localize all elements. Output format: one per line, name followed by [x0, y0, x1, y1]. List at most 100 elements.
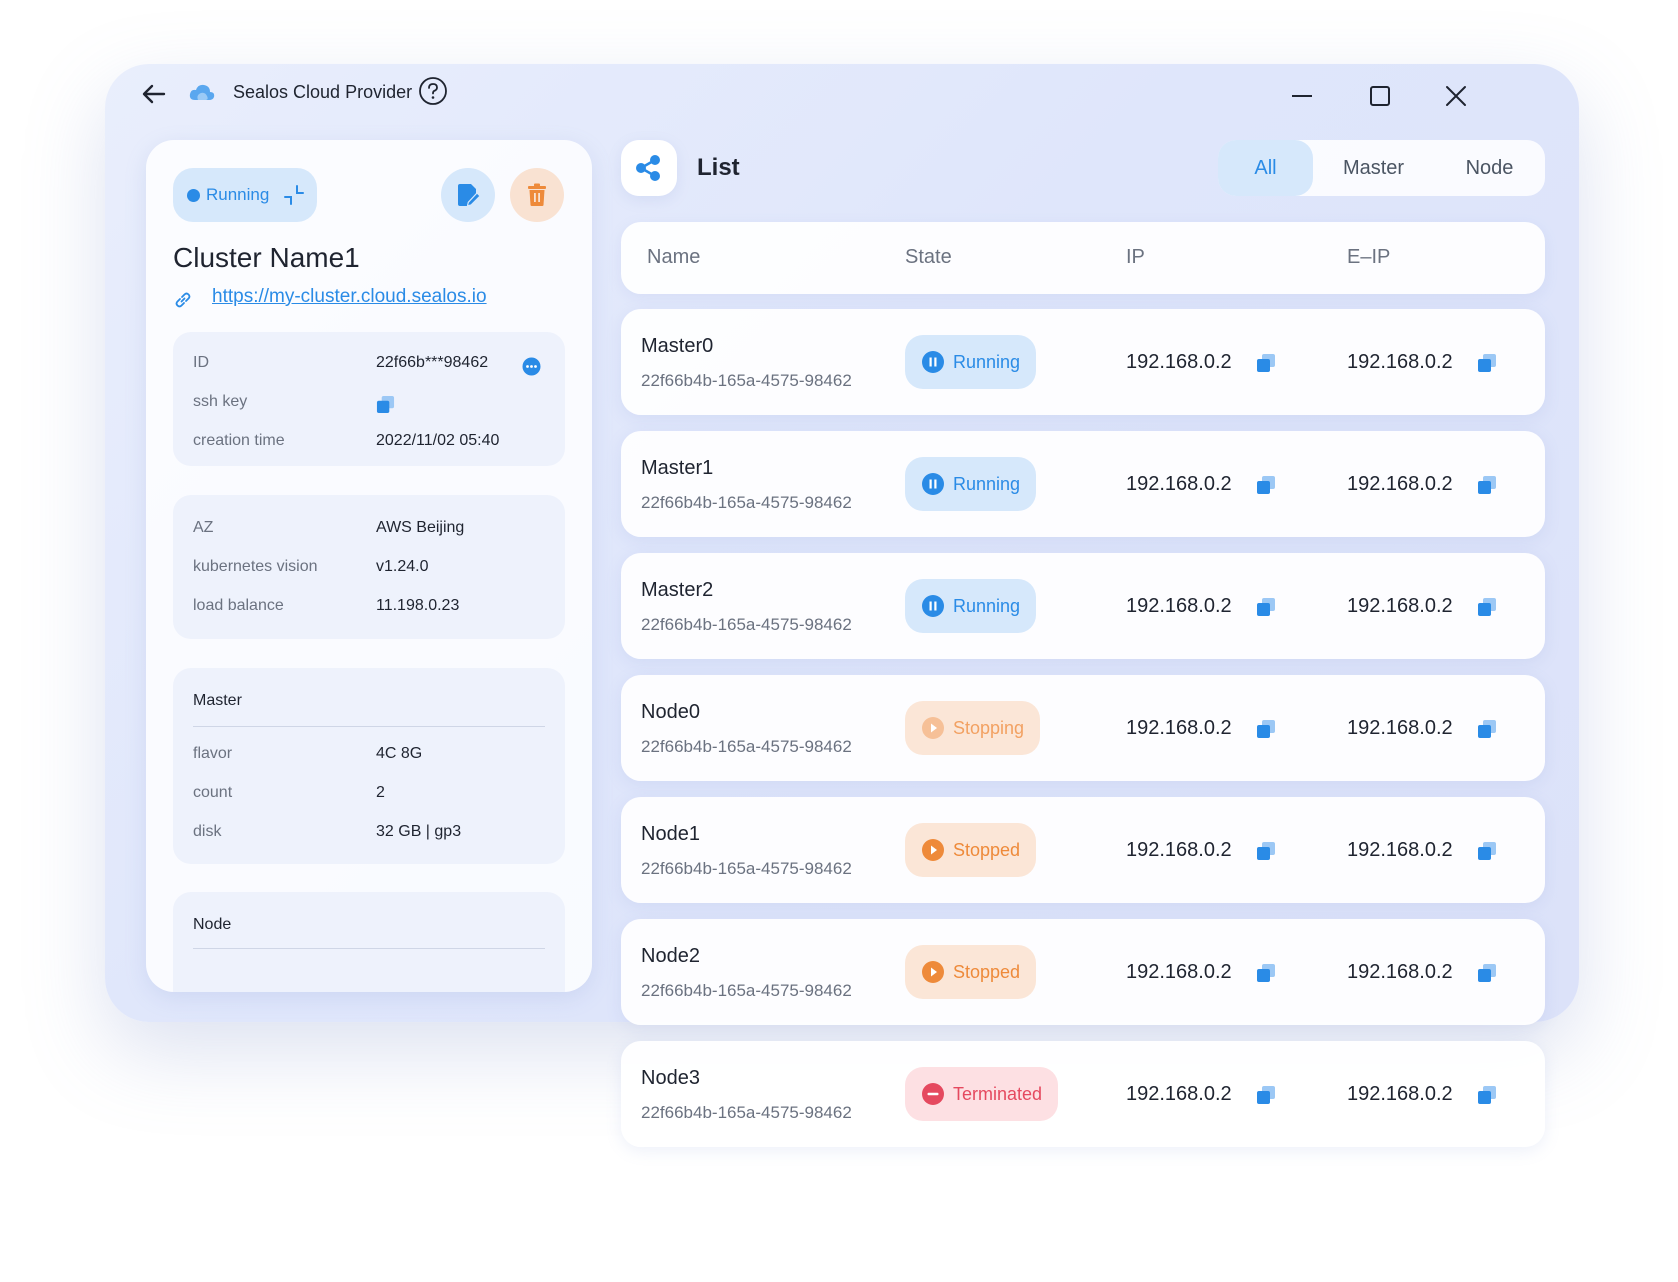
table-row[interactable]: Node1 22f66b4b-165a-4575-98462 Stopped 1…	[621, 797, 1545, 903]
node-spec-card: Node	[173, 892, 565, 992]
eip-value: 192.168.0.2	[1347, 961, 1453, 983]
eip-value: 192.168.0.2	[1347, 351, 1453, 373]
ssh-key-label: ssh key	[193, 393, 248, 410]
copy-ip-icon[interactable]	[1256, 475, 1276, 495]
state-badge[interactable]: Stopped	[905, 823, 1037, 877]
az-value: AWS Beijing	[376, 519, 465, 536]
copy-ip-icon[interactable]	[1256, 353, 1276, 373]
state-badge[interactable]: Stopping	[905, 701, 1041, 755]
copy-ip-icon[interactable]	[1256, 841, 1276, 861]
copy-eip-icon[interactable]	[1477, 353, 1497, 373]
edit-icon	[458, 184, 481, 207]
cluster-name: Cluster Name1	[173, 242, 360, 273]
table-row[interactable]: Node2 22f66b4b-165a-4575-98462 Stopped 1…	[621, 919, 1545, 1025]
table-row[interactable]: Master2 22f66b4b-165a-4575-98462 Running…	[621, 553, 1545, 659]
state-badge[interactable]: Terminated	[905, 1067, 1059, 1121]
instance-name: Master0	[641, 335, 714, 357]
state-badge[interactable]: Stopped	[905, 945, 1037, 999]
ip-value: 192.168.0.2	[1126, 1083, 1232, 1105]
state-label: Stopped	[953, 839, 1021, 860]
master-card-title: Master	[193, 692, 242, 709]
copy-eip-icon[interactable]	[1477, 597, 1497, 617]
instance-id: 22f66b4b-165a-4575-98462	[641, 493, 852, 512]
copy-ip-icon[interactable]	[1256, 597, 1276, 617]
column-header-eip: E–IP	[1347, 246, 1391, 268]
ip-value: 192.168.0.2	[1126, 717, 1232, 739]
id-label: ID	[193, 354, 209, 371]
close-icon[interactable]	[1441, 81, 1471, 111]
flavor-label: flavor	[193, 745, 233, 762]
eip-value: 192.168.0.2	[1347, 839, 1453, 861]
cluster-url-link[interactable]: https://my-cluster.cloud.sealos.io	[212, 286, 487, 308]
load-balance-value: 11.198.0.23	[376, 597, 460, 614]
state-badge[interactable]: Running	[905, 457, 1037, 511]
state-label: Terminated	[953, 1083, 1043, 1104]
copy-eip-icon[interactable]	[1477, 1085, 1497, 1105]
state-label: Running	[953, 473, 1021, 494]
maximize-icon[interactable]	[1365, 81, 1395, 111]
pause-icon	[922, 595, 944, 617]
column-header-ip: IP	[1126, 246, 1145, 268]
ip-value: 192.168.0.2	[1126, 961, 1232, 983]
flavor-value: 4C 8G	[376, 745, 423, 762]
kubernetes-version-label: kubernetes vision	[193, 558, 318, 575]
tab-all[interactable]: All	[1218, 140, 1313, 196]
cluster-detail-panel: Running Cluster Name1 https://my-cluster…	[146, 140, 592, 992]
copy-eip-icon[interactable]	[1477, 963, 1497, 983]
master-spec-card: Master flavor 4C 8G count 2 disk 32 GB |…	[173, 668, 565, 864]
minimize-icon[interactable]	[1287, 81, 1317, 111]
copy-icon[interactable]	[376, 395, 395, 414]
ip-value: 192.168.0.2	[1126, 595, 1232, 617]
trash-icon	[528, 183, 546, 206]
pause-icon	[922, 473, 944, 495]
more-icon[interactable]	[522, 357, 541, 376]
table-row[interactable]: Master1 22f66b4b-165a-4575-98462 Running…	[621, 431, 1545, 537]
copy-eip-icon[interactable]	[1477, 719, 1497, 739]
state-badge[interactable]: Running	[905, 579, 1037, 633]
app-window: Sealos Cloud Provider Running Cluster Na…	[105, 64, 1579, 1147]
instance-name: Master1	[641, 457, 714, 479]
ip-value: 192.168.0.2	[1126, 839, 1232, 861]
table-row[interactable]: Node0 22f66b4b-165a-4575-98462 Stopping …	[621, 675, 1545, 781]
link-icon	[175, 292, 191, 308]
instance-name: Node2	[641, 945, 700, 967]
state-label: Stopping	[953, 717, 1025, 738]
play-icon	[922, 839, 944, 861]
tab-node[interactable]: Node	[1434, 140, 1545, 196]
state-label: Running	[953, 595, 1021, 616]
list-header: List All Master Node	[621, 140, 1545, 196]
kubernetes-version-value: v1.24.0	[376, 558, 429, 575]
instance-name: Master2	[641, 579, 714, 601]
column-header-name: Name	[647, 246, 701, 268]
az-label: AZ	[193, 519, 214, 536]
list-title: List	[697, 154, 740, 181]
back-arrow-icon[interactable]	[139, 79, 169, 109]
state-label: Stopped	[953, 961, 1021, 982]
help-icon[interactable]	[418, 76, 448, 106]
play-icon	[922, 961, 944, 983]
copy-eip-icon[interactable]	[1477, 841, 1497, 861]
cluster-status-badge[interactable]: Running	[173, 168, 317, 222]
pause-icon	[922, 351, 944, 373]
creation-time-label: creation time	[193, 432, 285, 449]
delete-button[interactable]	[510, 168, 564, 222]
table-row[interactable]: Node3 22f66b4b-165a-4575-98462 Terminate…	[621, 1041, 1545, 1147]
title-bar: Sealos Cloud Provider	[105, 64, 1579, 128]
copy-ip-icon[interactable]	[1256, 719, 1276, 739]
copy-eip-icon[interactable]	[1477, 475, 1497, 495]
copy-ip-icon[interactable]	[1256, 1085, 1276, 1105]
id-value: 22f66b***98462	[376, 354, 489, 371]
table-header: Name State IP E–IP	[621, 222, 1545, 294]
divider	[193, 726, 545, 727]
tab-master[interactable]: Master	[1313, 140, 1434, 196]
instance-id: 22f66b4b-165a-4575-98462	[641, 371, 852, 390]
cluster-status-label: Running	[206, 185, 270, 204]
disk-value: 32 GB | gp3	[376, 823, 462, 840]
edit-button[interactable]	[441, 168, 495, 222]
state-badge[interactable]: Running	[905, 335, 1037, 389]
table-row[interactable]: Master0 22f66b4b-165a-4575-98462 Running…	[621, 309, 1545, 415]
ip-value: 192.168.0.2	[1126, 473, 1232, 495]
count-value: 2	[376, 784, 385, 801]
copy-ip-icon[interactable]	[1256, 963, 1276, 983]
divider	[193, 948, 545, 949]
